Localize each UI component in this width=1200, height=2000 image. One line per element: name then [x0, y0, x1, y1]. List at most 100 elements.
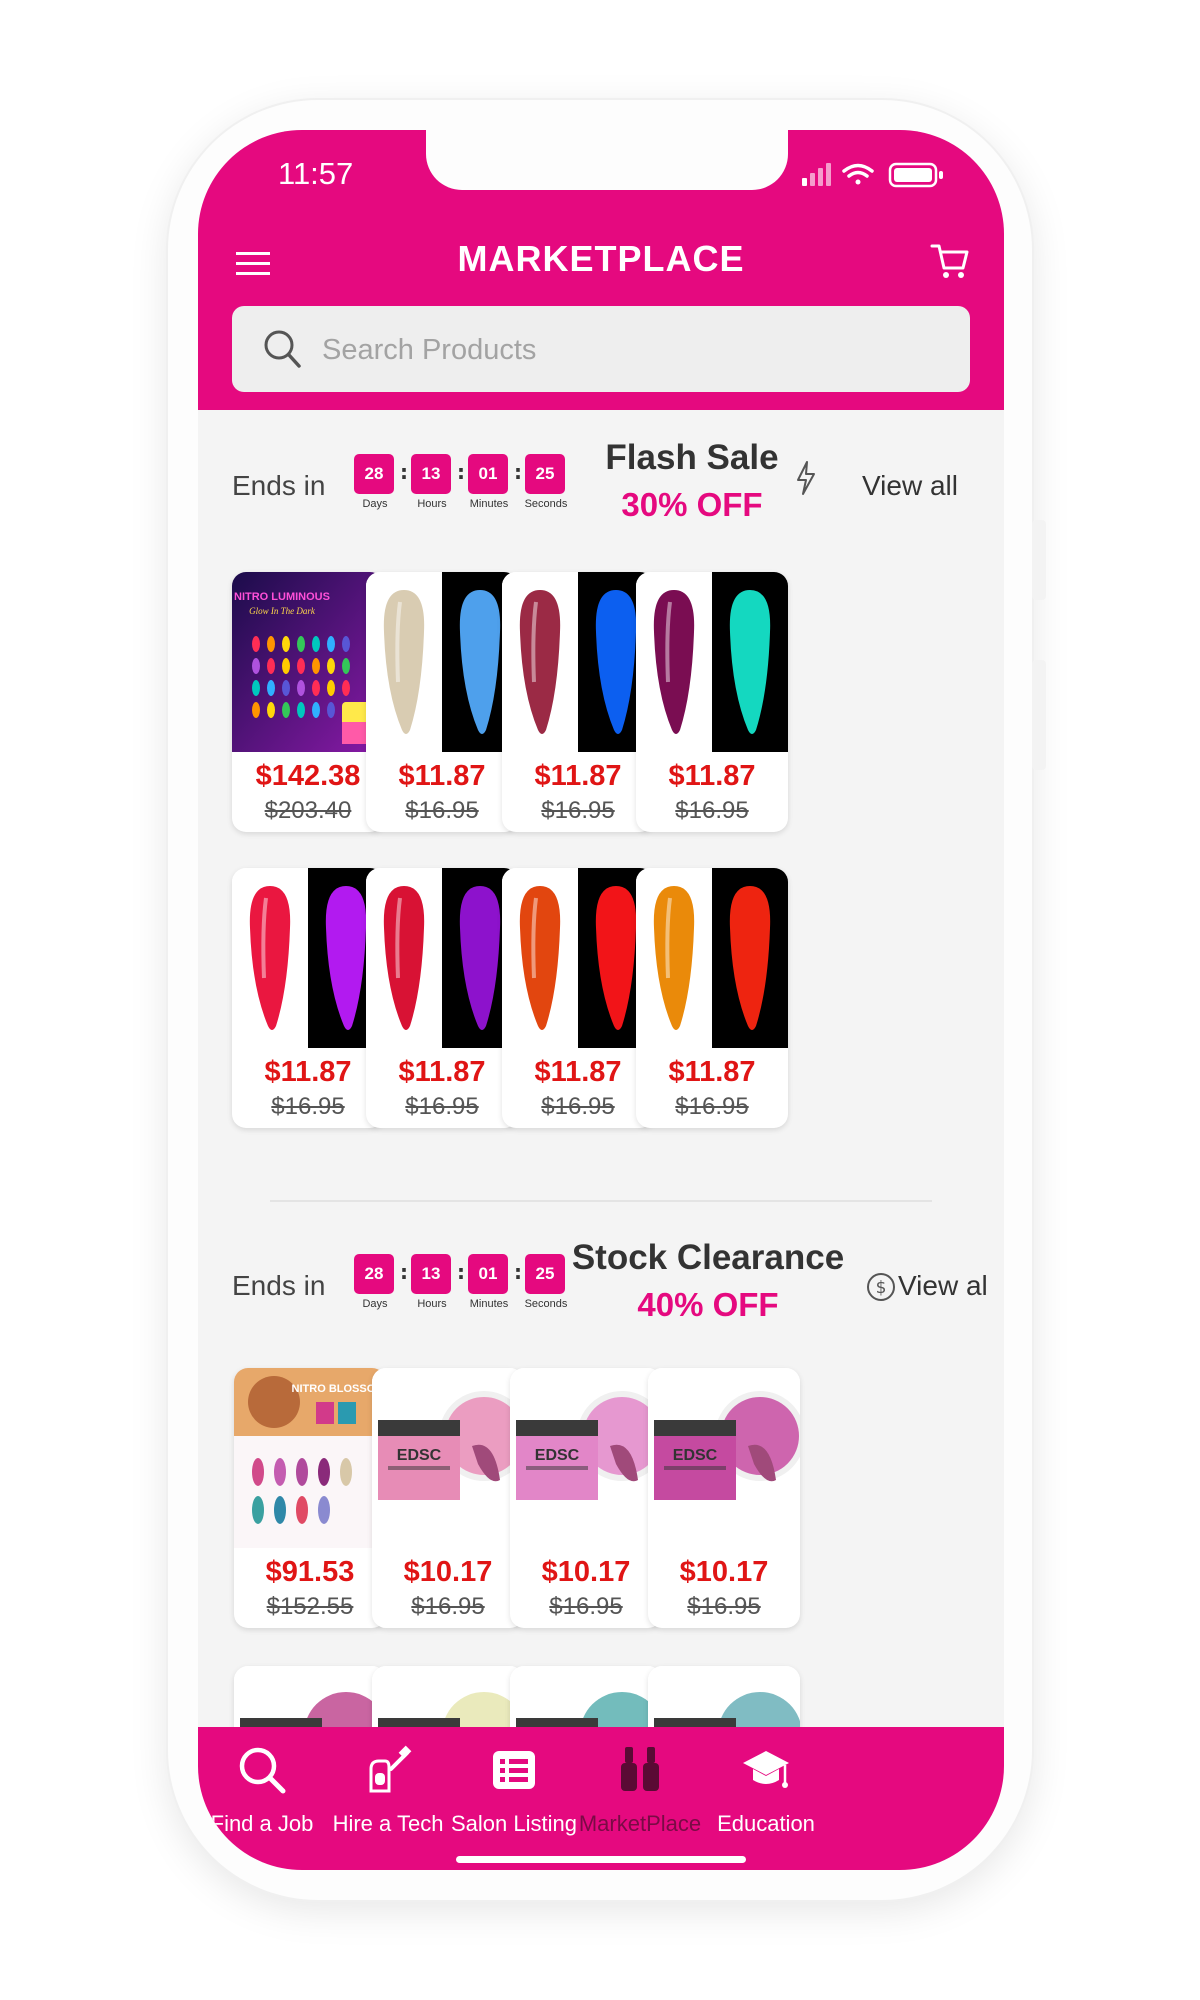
- flash-sale-title: Flash Sale: [605, 438, 779, 477]
- app-screen: 11:57 MARKETPLACE Search Products Ends i…: [198, 130, 1004, 1870]
- kit-title-text: NITRO BLOSSOM: [292, 1383, 385, 1395]
- nail-polish-bottles-icon: [621, 1747, 659, 1791]
- nail-color-swatch-image: [232, 868, 384, 1048]
- svg-text:$: $: [876, 1278, 887, 1298]
- product-card[interactable]: NITRO BLOSSOM $91.53 $152.55: [234, 1368, 386, 1628]
- nail-color-swatch-image: [502, 868, 654, 1048]
- countdown-days: 28 Days:: [354, 1254, 408, 1310]
- product-card[interactable]: $11.87 $16.95: [636, 868, 788, 1128]
- phone-notch: [426, 130, 788, 190]
- cart-icon[interactable]: [930, 242, 970, 280]
- nail-polish-hand-icon: [369, 1745, 412, 1793]
- original-price: $16.95: [541, 797, 615, 824]
- bottom-navigation: Find a Job Hire a Tech Salon Listing Mar…: [198, 1727, 1004, 1870]
- dip-powder-jar-image: EDSC: [510, 1368, 662, 1548]
- search-icon: [264, 330, 301, 368]
- original-price: $16.95: [271, 1093, 345, 1120]
- original-price: $16.95: [411, 1593, 485, 1620]
- nav-education[interactable]: Education: [686, 1727, 846, 1847]
- phone-side-button: [1032, 520, 1046, 600]
- original-price: $203.40: [264, 797, 352, 824]
- original-price: $16.95: [405, 1093, 479, 1120]
- flash-sale-countdown: 28 Days: 13 Hours: 01 Minutes: 25 Seconds: [354, 454, 582, 510]
- original-price: $16.95: [675, 1093, 749, 1120]
- sale-price: $10.17: [679, 1556, 769, 1588]
- countdown-seconds: 25 Seconds: [525, 454, 567, 510]
- search-input[interactable]: [320, 324, 924, 376]
- battery-icon: [888, 162, 943, 188]
- app-header: 11:57 MARKETPLACE: [198, 130, 1004, 410]
- stock-clearance-discount: 40% OFF: [637, 1286, 779, 1323]
- status-time: 11:57: [278, 156, 354, 191]
- dip-powder-jar-image: EDSC: [648, 1368, 800, 1548]
- search-icon: [239, 1747, 286, 1794]
- sale-price: $11.87: [668, 1056, 756, 1088]
- countdown-minutes: 01 Minutes:: [468, 1254, 522, 1310]
- stock-clearance-countdown: 28 Days: 13 Hours: 01 Minutes: 25 Seconds: [354, 1254, 582, 1310]
- signal-icon: [802, 163, 831, 186]
- jar-brand-text: EDSC: [397, 1447, 442, 1464]
- nail-color-swatch-image: [366, 868, 518, 1048]
- original-price: $16.95: [549, 1593, 623, 1620]
- product-card[interactable]: $11.87 $16.95: [502, 868, 654, 1128]
- kit-title-text: NITRO LUMINOUS: [234, 591, 330, 603]
- lightning-icon: [797, 461, 815, 495]
- sale-price: $11.87: [398, 1056, 486, 1088]
- flash-sale-header: Ends in 28 Days: 13 Hours: 01 Minutes: 25 Se…: [198, 438, 1004, 558]
- sale-price: $10.17: [541, 1556, 631, 1588]
- product-card[interactable]: NITRO LUMINOUS Glow In The Dark $142.38 $20…: [232, 572, 384, 832]
- nail-color-swatch-image: [502, 572, 654, 752]
- sale-price: $91.53: [265, 1556, 355, 1588]
- countdown-hours: 13 Hours:: [411, 454, 465, 510]
- original-price: $16.95: [687, 1593, 761, 1620]
- countdown-days: 28 Days:: [354, 454, 408, 510]
- product-kit-image: NITRO BLOSSOM: [234, 1368, 386, 1548]
- stock-clearance-title: Stock Clearance: [571, 1238, 845, 1277]
- product-kit-image: NITRO LUMINOUS Glow In The Dark: [232, 572, 384, 752]
- dip-powder-jar-image: EDSC: [372, 1368, 524, 1548]
- wifi-icon: [842, 163, 874, 185]
- home-indicator: [456, 1856, 746, 1863]
- countdown-minutes: 01 Minutes:: [468, 454, 522, 510]
- flash-sale-ends-label: Ends in: [232, 470, 326, 501]
- countdown-hours: 13 Hours:: [411, 1254, 465, 1310]
- nail-color-swatch-image: [366, 572, 518, 752]
- original-price: $152.55: [266, 1593, 354, 1620]
- product-card[interactable]: $11.87 $16.95: [366, 868, 518, 1128]
- product-card[interactable]: $11.87 $16.95: [232, 868, 384, 1128]
- nail-color-swatch-image: [636, 572, 788, 752]
- sale-price: $11.87: [398, 760, 486, 792]
- product-card[interactable]: EDSC $10.17 $16.95: [648, 1368, 800, 1628]
- list-icon: [493, 1751, 535, 1789]
- original-price: $16.95: [405, 797, 479, 824]
- jar-brand-text: EDSC: [673, 1447, 718, 1464]
- product-card[interactable]: $11.87 $16.95: [502, 572, 654, 832]
- product-card[interactable]: $11.87 $16.95: [636, 572, 788, 832]
- stock-clearance-view-all[interactable]: View al: [898, 1270, 988, 1302]
- stock-clearance-ends-label: Ends in: [232, 1270, 326, 1301]
- original-price: $16.95: [541, 1093, 615, 1120]
- sale-price: $142.38: [255, 760, 361, 792]
- sale-price: $11.87: [534, 760, 622, 792]
- kit-subtitle-text: Glow In The Dark: [249, 606, 316, 616]
- section-divider: [270, 1200, 932, 1202]
- sale-price: $11.87: [668, 760, 756, 792]
- search-bar[interactable]: [232, 306, 970, 392]
- product-card[interactable]: $11.87 $16.95: [366, 572, 518, 832]
- original-price: $16.95: [675, 797, 749, 824]
- sale-price: $11.87: [534, 1056, 622, 1088]
- product-card[interactable]: EDSC $10.17 $16.95: [510, 1368, 662, 1628]
- graduation-cap-icon: [743, 1751, 789, 1788]
- jar-brand-text: EDSC: [535, 1447, 580, 1464]
- product-card[interactable]: EDSC $10.17 $16.95: [372, 1368, 524, 1628]
- phone-side-button: [1032, 660, 1046, 770]
- sale-price: $10.17: [403, 1556, 493, 1588]
- sale-price: $11.87: [264, 1056, 352, 1088]
- stock-clearance-header: Ends in 28 Days: 13 Hours: 01 Minutes: 25 Se…: [198, 1238, 1004, 1358]
- flash-sale-discount: 30% OFF: [621, 486, 763, 523]
- dollar-coin-icon: $: [867, 1273, 895, 1301]
- page-title: MARKETPLACE: [457, 238, 745, 279]
- flash-sale-view-all[interactable]: View all: [862, 470, 958, 502]
- nail-color-swatch-image: [636, 868, 788, 1048]
- status-icons: [802, 162, 943, 188]
